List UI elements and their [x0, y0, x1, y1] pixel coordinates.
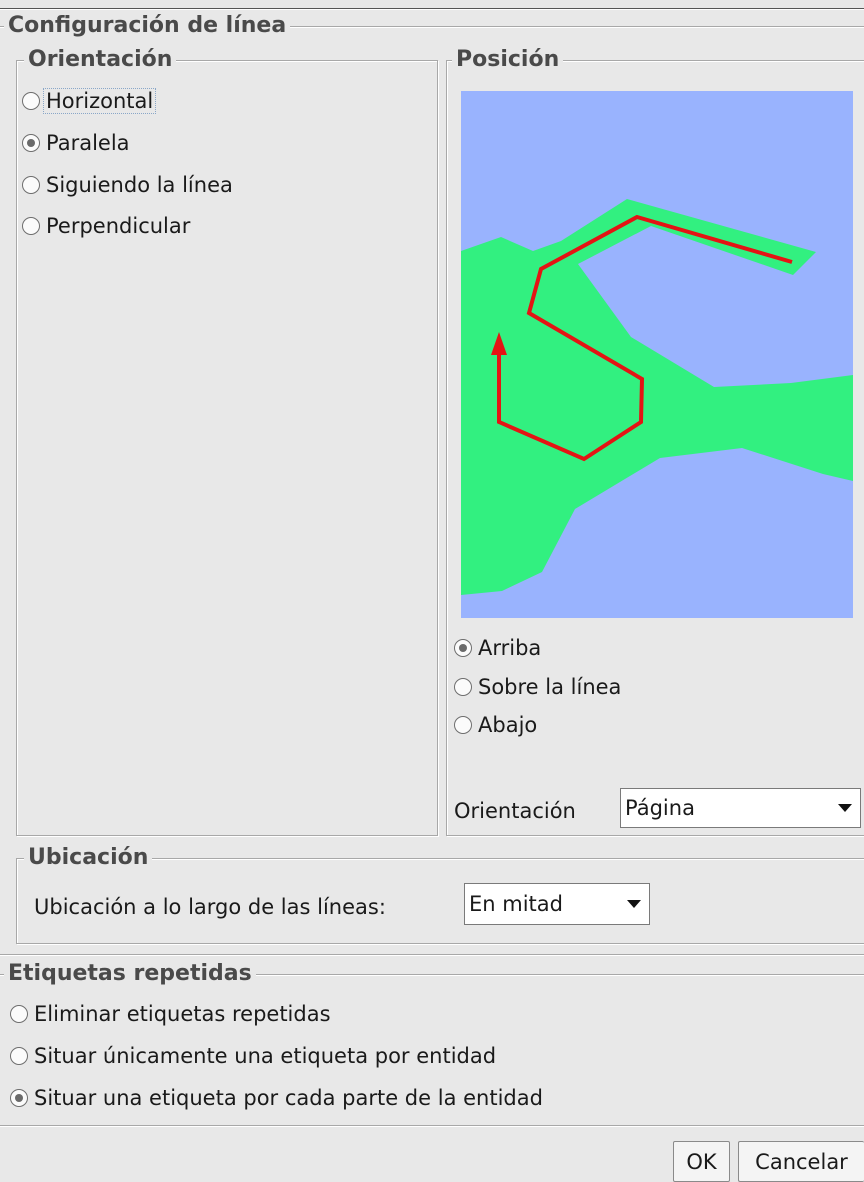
position-option-arriba[interactable]: Arriba	[454, 633, 541, 663]
chevron-down-icon	[838, 804, 852, 812]
position-preview-map	[461, 91, 853, 618]
ok-button[interactable]: OK	[673, 1141, 730, 1182]
radio-button[interactable]	[22, 176, 40, 194]
radio-button[interactable]	[10, 1047, 28, 1065]
orientation-option-paralela[interactable]: Paralela	[22, 128, 130, 158]
placement-title: Ubicación	[24, 845, 153, 871]
option-label: Perpendicular	[46, 214, 191, 238]
option-label: Abajo	[478, 713, 538, 737]
chevron-down-icon	[627, 900, 641, 908]
option-label: Siguiendo la línea	[46, 173, 233, 197]
option-label: Situar únicamente una etiqueta por entid…	[34, 1044, 497, 1068]
radio-button[interactable]	[22, 92, 40, 110]
position-option-sobre[interactable]: Sobre la línea	[454, 672, 621, 702]
repeated-title: Etiquetas repetidas	[4, 961, 256, 987]
position-option-abajo[interactable]: Abajo	[454, 710, 537, 740]
radio-button[interactable]	[22, 217, 40, 235]
radio-button[interactable]	[454, 716, 472, 734]
position-title: Posición	[452, 47, 564, 73]
orientation-option-horizontal[interactable]: Horizontal	[22, 86, 157, 116]
radio-button[interactable]	[10, 1089, 28, 1107]
position-orientation-label: Orientación	[454, 799, 576, 823]
window-top-border	[0, 8, 864, 10]
radio-button[interactable]	[454, 678, 472, 696]
option-label: Eliminar etiquetas repetidas	[34, 1002, 331, 1026]
option-label: Situar una etiqueta por cada parte de la…	[34, 1086, 543, 1110]
select-value: Página	[625, 796, 695, 820]
orientation-option-siguiendo[interactable]: Siguiendo la línea	[22, 170, 233, 200]
select-value: En mitad	[469, 892, 563, 916]
repeated-top-border	[0, 954, 864, 956]
option-label: Paralela	[46, 131, 130, 155]
position-orientation-select[interactable]: Página	[620, 788, 861, 828]
line-config-title: Configuración de línea	[4, 13, 291, 39]
button-bar-separator	[0, 1125, 864, 1127]
cancel-button[interactable]: Cancelar	[738, 1141, 864, 1182]
repeated-option-unica[interactable]: Situar únicamente una etiqueta por entid…	[10, 1041, 496, 1071]
option-label: Horizontal	[43, 88, 157, 114]
repeated-option-eliminar[interactable]: Eliminar etiquetas repetidas	[10, 999, 331, 1029]
repeated-option-cada-parte[interactable]: Situar una etiqueta por cada parte de la…	[10, 1083, 543, 1113]
orientation-title: Orientación	[24, 47, 177, 73]
radio-button[interactable]	[454, 639, 472, 657]
placement-select[interactable]: En mitad	[464, 883, 650, 925]
radio-button[interactable]	[10, 1005, 28, 1023]
placement-label: Ubicación a lo largo de las líneas:	[34, 895, 386, 919]
radio-button[interactable]	[22, 134, 40, 152]
option-label: Sobre la línea	[478, 675, 622, 699]
orientation-option-perpendicular[interactable]: Perpendicular	[22, 211, 190, 241]
option-label: Arriba	[478, 636, 542, 660]
